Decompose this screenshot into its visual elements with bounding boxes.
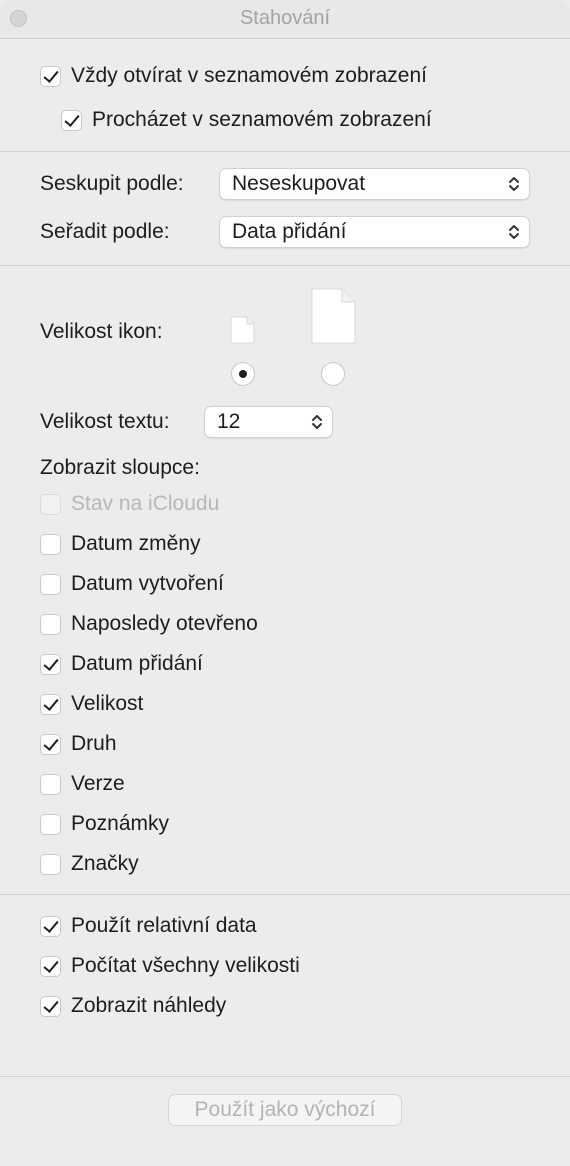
checkbox-label: Datum vytvoření (71, 572, 224, 595)
checkbox-label: Poznámky (71, 812, 170, 835)
checkbox-box[interactable] (40, 533, 61, 555)
column-date-added-checkbox[interactable]: Datum přidání (40, 649, 203, 679)
up-down-chevron-icon (312, 415, 322, 429)
checkbox-box[interactable] (40, 733, 61, 755)
up-down-chevron-icon (509, 177, 519, 191)
checkbox-box[interactable] (40, 653, 61, 675)
checkbox-box[interactable] (40, 995, 61, 1017)
sort-by-popup[interactable]: Data přidání (219, 216, 530, 248)
separator (0, 1076, 570, 1077)
column-last-opened-checkbox[interactable]: Naposledy otevřeno (40, 609, 258, 639)
calculate-all-sizes-checkbox[interactable]: Počítat všechny velikosti (40, 951, 300, 981)
checkbox-label: Stav na iCloudu (71, 492, 220, 515)
column-version-checkbox[interactable]: Verze (40, 769, 125, 799)
show-columns-label: Zobrazit sloupce: (40, 456, 200, 479)
always-open-list-view-checkbox[interactable]: Vždy otvírat v seznamovém zobrazení (40, 61, 427, 91)
checkbox-label: Datum změny (71, 532, 201, 555)
use-relative-dates-checkbox[interactable]: Použít relativní data (40, 911, 257, 941)
checkbox-box[interactable] (40, 773, 61, 795)
checkbox-label: Procházet v seznamovém zobrazení (92, 108, 432, 131)
separator (0, 151, 570, 152)
small-document-icon (230, 316, 255, 344)
checkbox-label: Počítat všechny velikosti (71, 954, 300, 977)
column-comments-checkbox[interactable]: Poznámky (40, 809, 169, 839)
view-options-window: Stahování Vždy otvírat v seznamovém zobr… (0, 0, 570, 1166)
group-by-label: Seskupit podle: (40, 172, 184, 195)
text-size-label: Velikost textu: (40, 410, 170, 433)
show-previews-checkbox[interactable]: Zobrazit náhledy (40, 991, 226, 1021)
column-icloud-status-checkbox: Stav na iCloudu (40, 489, 219, 519)
checkbox-label: Druh (71, 732, 117, 755)
window-title: Stahování (239, 7, 331, 29)
checkbox-label: Zobrazit náhledy (71, 994, 227, 1017)
icon-size-label: Velikost ikon: (40, 320, 163, 343)
title-bar: Stahování (0, 0, 570, 39)
checkbox-label: Naposledy otevřeno (71, 612, 258, 635)
column-date-modified-checkbox[interactable]: Datum změny (40, 529, 201, 559)
checkbox-box[interactable] (40, 65, 61, 87)
browse-list-view-checkbox[interactable]: Procházet v seznamovém zobrazení (61, 105, 432, 135)
group-by-popup[interactable]: Neseskupovat (219, 168, 530, 200)
checkbox-box (40, 493, 61, 515)
large-document-icon (311, 288, 356, 344)
checkbox-label: Značky (71, 852, 139, 875)
sort-by-value: Data přidání (232, 220, 347, 243)
use-as-defaults-button[interactable]: Použít jako výchozí (168, 1094, 402, 1126)
checkbox-label: Vždy otvírat v seznamovém zobrazení (71, 64, 427, 87)
column-tags-checkbox[interactable]: Značky (40, 849, 139, 879)
column-kind-checkbox[interactable]: Druh (40, 729, 117, 759)
checkbox-box[interactable] (40, 573, 61, 595)
checkbox-box[interactable] (40, 955, 61, 977)
checkbox-box[interactable] (40, 853, 61, 875)
separator (0, 894, 570, 895)
checkbox-box[interactable] (40, 915, 61, 937)
checkbox-box[interactable] (40, 693, 61, 715)
checkbox-label: Datum přidání (71, 652, 203, 675)
sort-by-label: Seřadit podle: (40, 220, 170, 243)
icon-size-small-radio[interactable] (231, 362, 255, 386)
up-down-chevron-icon (509, 225, 519, 239)
icon-size-large-radio[interactable] (321, 362, 345, 386)
checkbox-box[interactable] (61, 109, 82, 131)
text-size-value: 12 (217, 410, 241, 433)
checkbox-label: Použít relativní data (71, 914, 257, 937)
checkbox-label: Velikost (71, 692, 144, 715)
checkbox-label: Verze (71, 772, 125, 795)
checkbox-box[interactable] (40, 813, 61, 835)
checkbox-box[interactable] (40, 613, 61, 635)
column-date-created-checkbox[interactable]: Datum vytvoření (40, 569, 224, 599)
group-by-value: Neseskupovat (232, 172, 366, 195)
separator (0, 265, 570, 266)
column-size-checkbox[interactable]: Velikost (40, 689, 143, 719)
text-size-popup[interactable]: 12 (204, 406, 333, 438)
